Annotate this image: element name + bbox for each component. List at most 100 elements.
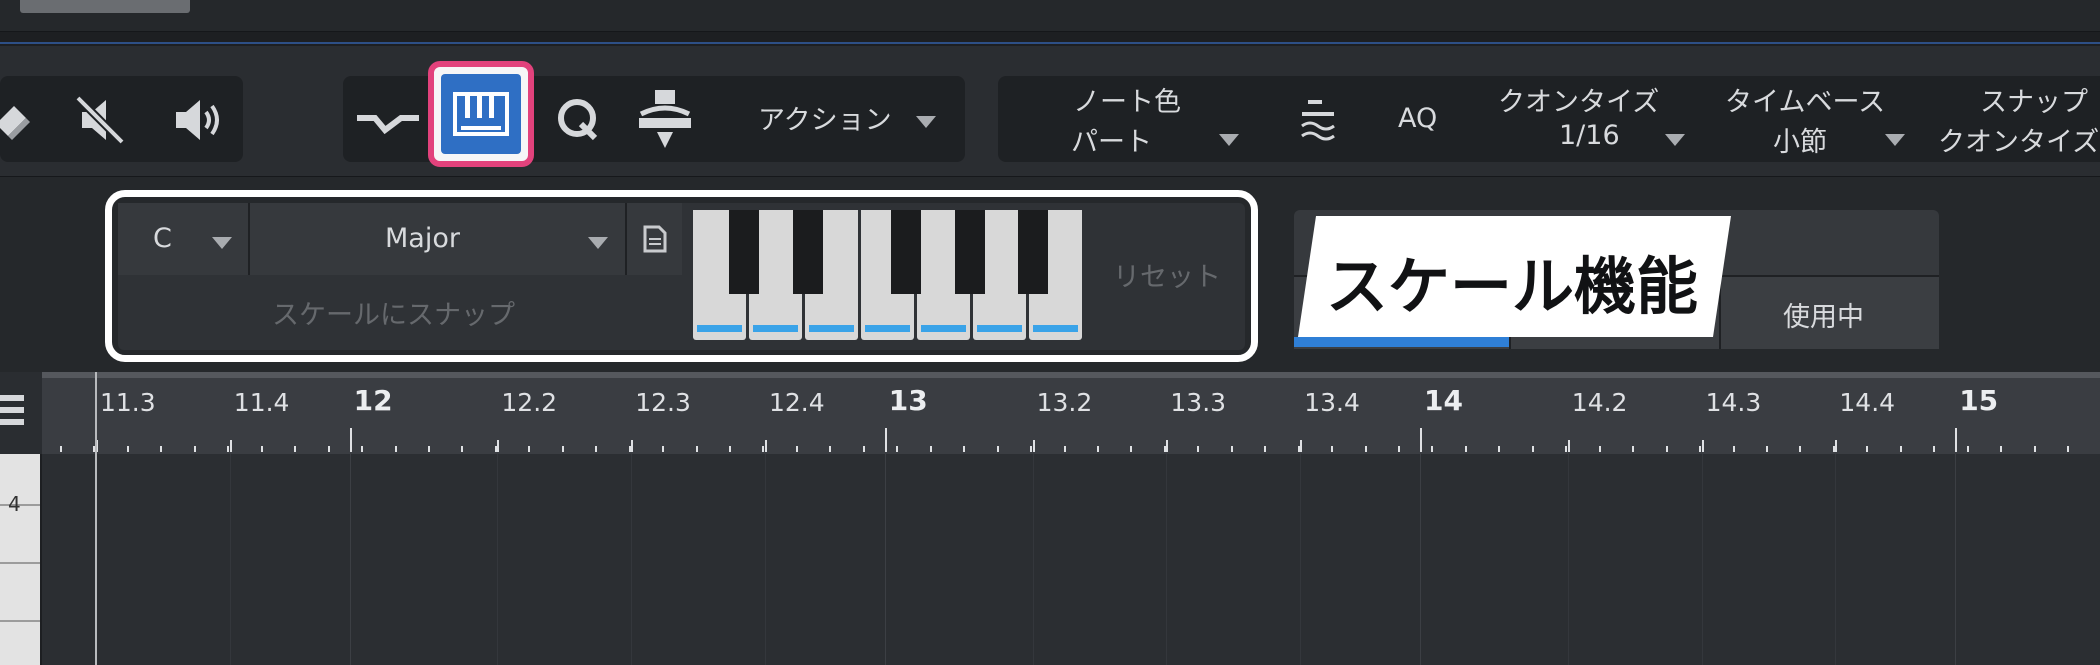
right-panel-progress xyxy=(1294,337,1509,347)
ruler-bar-label: 13 xyxy=(888,384,928,417)
ruler-minor-tick xyxy=(695,446,698,452)
ruler-beat-label: 14.3 xyxy=(1705,388,1762,417)
grid-line xyxy=(497,454,499,665)
timebase-label: タイムベース xyxy=(1725,87,1886,118)
key-a-sharp[interactable] xyxy=(1018,210,1048,294)
ruler-minor-tick xyxy=(1799,446,1802,452)
ruler-minor-tick xyxy=(1498,446,1501,452)
quantize-group: ノート色 パート AQ クオンタイズ 1/16 タイムベース 小節 スナップ ク… xyxy=(998,76,2100,162)
quantize-label: クオンタイズ xyxy=(1498,87,1660,118)
ruler-minor-tick xyxy=(227,446,230,452)
ruler-beat-label: 12.3 xyxy=(635,388,691,417)
snap-value[interactable]: クオンタイズ xyxy=(1938,120,2099,159)
ruler-minor-tick xyxy=(1464,446,1467,452)
note-color-value[interactable]: パート xyxy=(1071,120,1152,159)
paint-tool-icon[interactable] xyxy=(635,88,695,150)
speaker-icon[interactable] xyxy=(168,90,228,150)
root-note-select[interactable]: C xyxy=(118,203,250,275)
root-note-dropdown-arrow xyxy=(212,237,232,249)
ruler-minor-tick xyxy=(1063,446,1066,452)
quantize-q-icon[interactable] xyxy=(553,94,603,144)
ruler-tick xyxy=(1420,428,1422,452)
line-tool-icon[interactable] xyxy=(353,96,423,146)
eraser-icon[interactable] xyxy=(0,94,36,144)
note-color-dropdown-arrow[interactable] xyxy=(1219,134,1239,146)
ruler-minor-tick xyxy=(1665,446,1668,452)
aq-button[interactable]: AQ xyxy=(1398,103,1437,134)
in-use-button[interactable]: 使用中 xyxy=(1721,275,1939,349)
selection-line xyxy=(0,42,2100,44)
ruler-tick xyxy=(884,428,887,452)
snap-label: スナップ xyxy=(1980,87,2088,118)
piano-roll-keys[interactable]: 4 xyxy=(0,454,40,665)
ruler-minor-tick xyxy=(1699,446,1702,452)
ruler-minor-tick xyxy=(1331,446,1334,452)
quantize-dropdown-arrow[interactable] xyxy=(1665,134,1685,146)
ruler-minor-tick xyxy=(795,446,798,452)
ruler-minor-tick xyxy=(1598,446,1601,452)
key-g-sharp[interactable] xyxy=(955,210,985,294)
note-grid[interactable] xyxy=(42,454,2100,665)
top-tab[interactable] xyxy=(20,0,190,13)
snap-to-scale-label: スケールにスナップ xyxy=(272,300,515,331)
ruler-tick xyxy=(1567,440,1570,452)
ruler-beat-label: 12.2 xyxy=(501,388,558,417)
scale-type-select[interactable]: Major xyxy=(250,203,627,275)
ruler-minor-tick xyxy=(1765,446,1768,452)
ruler-minor-tick xyxy=(461,446,464,452)
ruler-minor-tick xyxy=(729,446,731,452)
ruler-minor-tick xyxy=(1264,446,1267,452)
grid-line xyxy=(1420,454,1421,665)
scale-keyboard[interactable] xyxy=(693,210,1093,346)
grid-line xyxy=(349,454,351,665)
ruler-bar-label: 15 xyxy=(1959,384,1999,417)
ruler-minor-tick xyxy=(1866,446,1869,452)
ruler-minor-tick xyxy=(2067,446,2069,452)
ruler-minor-tick xyxy=(1398,446,1400,452)
humanize-icon[interactable] xyxy=(1298,94,1338,144)
menu-icon[interactable] xyxy=(0,390,24,430)
key-d-sharp[interactable] xyxy=(793,210,823,294)
grid-line xyxy=(765,454,766,665)
ruler-minor-tick xyxy=(1230,446,1233,452)
ruler-minor-tick xyxy=(996,446,999,452)
ruler-tick xyxy=(1955,428,1958,452)
ruler-bar-label: 14 xyxy=(1424,384,1463,417)
timebase-value[interactable]: 小節 xyxy=(1773,120,1827,159)
keyboard-icon xyxy=(441,74,521,154)
ruler-beat-label: 13.3 xyxy=(1170,388,1227,417)
ruler-minor-tick xyxy=(361,446,364,452)
root-note-value: C xyxy=(153,223,172,254)
ruler-beat-label: 12.4 xyxy=(769,388,825,417)
ruler-tick xyxy=(1701,440,1704,452)
action-menu-label[interactable]: アクション xyxy=(758,98,892,137)
playhead-cursor[interactable] xyxy=(95,372,97,665)
top-bar xyxy=(0,0,2100,32)
ruler-minor-tick xyxy=(494,446,497,452)
ruler-tick xyxy=(229,440,232,452)
ruler-minor-tick xyxy=(963,446,966,452)
mute-tool-icon[interactable] xyxy=(70,90,130,150)
reset-button[interactable]: リセット xyxy=(1113,255,1221,294)
action-dropdown-arrow[interactable] xyxy=(916,116,936,128)
ruler-minor-tick xyxy=(896,446,899,452)
grid-line xyxy=(884,454,886,665)
key-c-sharp[interactable] xyxy=(729,210,759,294)
ruler-minor-tick xyxy=(929,446,932,452)
scale-toggle-button[interactable] xyxy=(428,61,534,167)
ruler-minor-tick xyxy=(1565,446,1568,452)
ruler-minor-tick xyxy=(193,446,196,452)
ruler-minor-tick xyxy=(829,446,832,452)
scale-preset-icon[interactable] xyxy=(627,203,682,275)
timebase-dropdown-arrow[interactable] xyxy=(1885,134,1905,146)
key-f-sharp[interactable] xyxy=(891,210,921,294)
ruler-minor-tick xyxy=(260,446,263,452)
ruler-minor-tick xyxy=(1899,446,1902,452)
snap-to-scale-toggle[interactable]: スケールにスナップ xyxy=(118,277,682,350)
ruler-minor-tick xyxy=(327,446,330,452)
ruler-minor-tick xyxy=(1163,446,1166,452)
ruler-tick xyxy=(497,440,500,452)
quantize-value[interactable]: 1/16 xyxy=(1559,120,1620,151)
in-use-label: 使用中 xyxy=(1783,302,1864,333)
ruler-minor-tick xyxy=(126,446,129,452)
